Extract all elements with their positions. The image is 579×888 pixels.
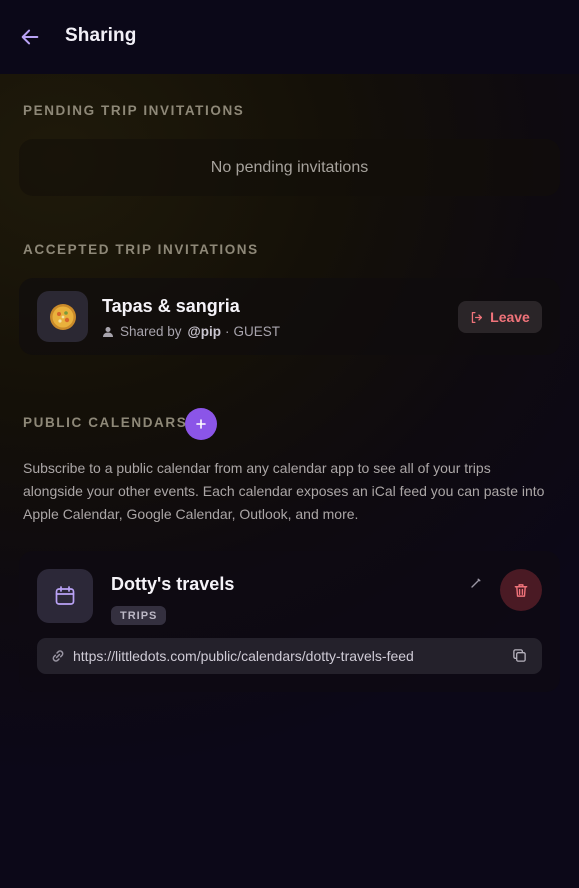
calendar-icon — [55, 586, 75, 605]
leave-button-label: Leave — [490, 309, 530, 325]
calendar-type-badge: TRIPS — [111, 606, 167, 625]
arrow-left-icon — [21, 29, 39, 45]
role-label: GUEST — [233, 324, 280, 339]
calendars-section-label: PUBLIC CALENDARS — [23, 415, 188, 430]
pending-section-label: PENDING TRIP INVITATIONS — [23, 103, 245, 118]
calendar-avatar — [37, 569, 93, 623]
top-bar: Sharing — [0, 0, 579, 74]
meta-separator: · — [224, 324, 230, 339]
accepted-invitation-card: Tapas & sangria Shared by @pip · GUEST L… — [19, 278, 560, 355]
feed-url-text: https://littledots.com/public/calendars/… — [73, 648, 414, 664]
calendar-card: Dotty's travels TRIPS https://littledots… — [19, 551, 560, 692]
pending-empty-text: No pending invitations — [210, 158, 369, 176]
paella-icon — [49, 303, 76, 330]
back-button[interactable] — [18, 25, 42, 49]
plus-icon — [196, 419, 206, 429]
copy-feed-url-button[interactable] — [512, 648, 528, 664]
page-title: Sharing — [65, 25, 137, 46]
person-icon — [103, 326, 113, 337]
delete-calendar-button[interactable] — [500, 569, 542, 611]
shared-by-prefix: Shared by — [120, 324, 182, 339]
exit-icon — [471, 311, 483, 323]
feed-url-field[interactable]: https://littledots.com/public/calendars/… — [37, 638, 542, 674]
leave-button[interactable]: Leave — [458, 301, 542, 333]
calendar-title: Dotty's travels — [111, 574, 235, 594]
add-calendar-button[interactable] — [185, 408, 217, 440]
accepted-section-label: ACCEPTED TRIP INVITATIONS — [23, 242, 259, 257]
trip-avatar — [37, 291, 88, 342]
calendars-description: Subscribe to a public calendar from any … — [23, 460, 545, 522]
edit-calendar-button[interactable] — [468, 575, 484, 591]
link-icon — [52, 650, 64, 662]
pending-empty-state: No pending invitations — [19, 139, 560, 196]
shared-by-handle: @pip — [187, 324, 221, 339]
pencil-icon — [471, 578, 481, 588]
trip-meta: Shared by @pip · GUEST — [102, 324, 280, 339]
trip-title: Tapas & sangria — [102, 296, 240, 316]
copy-icon — [513, 649, 526, 662]
trash-icon — [514, 583, 528, 597]
